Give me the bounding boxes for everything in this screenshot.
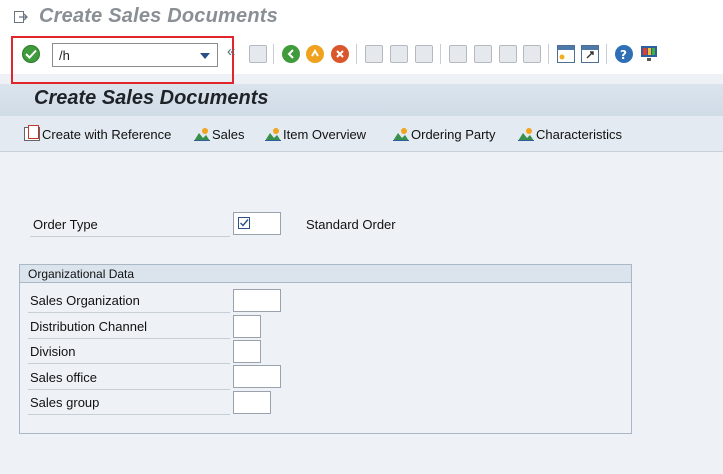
toolbar-separator [273, 44, 274, 64]
toolbar-separator [548, 44, 549, 64]
create-with-reference-label: Create with Reference [42, 126, 172, 142]
create-with-reference-icon [24, 125, 40, 141]
create-with-reference-button[interactable]: Create with Reference [24, 125, 172, 142]
double-chevron-icon[interactable]: « [227, 43, 235, 60]
organizational-data-group: Organizational Data [19, 264, 632, 434]
order-type-label: Order Type [33, 217, 98, 232]
exit-icon[interactable] [14, 10, 28, 23]
field-underline [28, 414, 230, 415]
field-underline [28, 312, 230, 313]
sales-organization-field[interactable] [233, 289, 281, 312]
next-page-icon[interactable] [499, 45, 517, 63]
previous-page-icon[interactable] [474, 45, 492, 63]
mountain-icon [265, 127, 281, 141]
ordering-party-label: Ordering Party [411, 126, 496, 142]
division-label: Division [30, 344, 76, 359]
back-icon[interactable] [282, 45, 300, 63]
sales-button[interactable]: Sales [194, 126, 245, 142]
svg-text:?: ? [620, 48, 627, 62]
toolbar-separator [356, 44, 357, 64]
mountain-icon [194, 127, 210, 141]
distribution-channel-field[interactable] [233, 315, 261, 338]
cancel-icon[interactable] [331, 45, 349, 63]
field-underline [28, 363, 230, 364]
order-type-field[interactable] [233, 212, 281, 235]
mountain-icon [518, 127, 534, 141]
last-page-icon[interactable] [523, 45, 541, 63]
first-page-icon[interactable] [449, 45, 467, 63]
item-overview-button[interactable]: Item Overview [265, 126, 366, 142]
characteristics-button[interactable]: Characteristics [518, 126, 622, 142]
shortcut-icon[interactable] [581, 45, 599, 63]
ordering-party-button[interactable]: Ordering Party [393, 126, 496, 142]
sales-office-label: Sales office [30, 370, 97, 385]
help-icon[interactable]: ? [615, 45, 633, 63]
item-overview-label: Item Overview [283, 126, 367, 142]
window-title: Create Sales Documents [39, 5, 278, 27]
order-type-description: Standard Order [306, 217, 396, 232]
sales-group-field[interactable] [233, 391, 271, 414]
customize-layout-icon[interactable] [640, 45, 658, 63]
find-icon[interactable] [390, 45, 408, 63]
save-icon[interactable] [249, 45, 267, 63]
distribution-channel-label: Distribution Channel [30, 319, 148, 334]
screen-header: Create Sales Documents [0, 84, 723, 116]
sap-window: Create Sales Documents « ? [0, 0, 723, 474]
mountain-icon [393, 127, 409, 141]
toolbar-separator [606, 44, 607, 64]
characteristics-label: Characteristics [536, 126, 622, 142]
field-underline [28, 389, 230, 390]
find-next-icon[interactable] [415, 45, 433, 63]
search-help-check-icon [238, 217, 250, 229]
sales-group-label: Sales group [30, 395, 100, 410]
exit-app-icon[interactable] [306, 45, 324, 63]
field-underline [30, 236, 230, 237]
group-header: Organizational Data [20, 265, 631, 283]
group-title: Organizational Data [28, 267, 135, 281]
title-bar: Create Sales Documents [0, 0, 723, 36]
sales-organization-label: Sales Organization [30, 293, 140, 308]
division-field[interactable] [233, 340, 261, 363]
sales-office-field[interactable] [233, 365, 281, 388]
highlight-annotation [11, 36, 234, 84]
sales-label: Sales [212, 126, 245, 142]
page-title: Create Sales Documents [34, 87, 269, 109]
field-underline [28, 338, 230, 339]
print-icon[interactable] [365, 45, 383, 63]
create-session-icon[interactable] [557, 45, 575, 63]
toolbar-separator [440, 44, 441, 64]
